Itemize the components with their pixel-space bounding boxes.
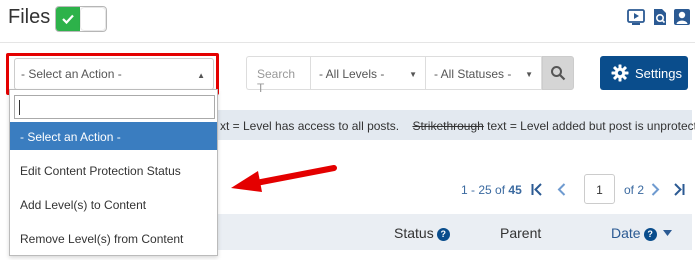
search-button[interactable] xyxy=(542,56,574,90)
help-icon[interactable]: ? xyxy=(436,228,450,241)
option-select-action[interactable]: - Select an Action - xyxy=(10,122,217,150)
column-status-label: Status xyxy=(394,225,434,241)
range-value: 1 - 25 xyxy=(461,183,492,197)
strikethrough-example: Strikethrough xyxy=(412,119,484,133)
notice-text: xt = Level has access to all posts. xyxy=(220,119,400,133)
dropdown-search-input[interactable] xyxy=(14,95,215,119)
search-document-icon[interactable] xyxy=(651,8,669,26)
levels-filter-select[interactable]: - All Levels - ▼ xyxy=(310,56,426,90)
text-caret xyxy=(19,100,20,115)
action-dropdown-menu: - Select an Action - Edit Content Protec… xyxy=(9,89,218,256)
option-edit-content-protection[interactable]: Edit Content Protection Status xyxy=(10,156,217,184)
option-remove-levels[interactable]: Remove Level(s) from Content xyxy=(10,224,217,252)
user-icon[interactable] xyxy=(673,8,691,26)
checkmark-icon xyxy=(62,14,74,25)
sort-descending-icon[interactable] xyxy=(663,230,673,237)
column-parent[interactable]: Parent xyxy=(500,225,541,241)
toggle-on-segment xyxy=(56,7,80,31)
toggle-knob xyxy=(81,8,105,30)
page-title: Files xyxy=(8,6,51,28)
column-date[interactable]: Date? xyxy=(611,225,673,241)
previous-page-icon[interactable] xyxy=(557,183,566,196)
range-total: 45 xyxy=(508,183,522,197)
first-page-icon[interactable] xyxy=(531,183,543,196)
protection-toggle[interactable] xyxy=(55,6,107,32)
option-add-levels[interactable]: Add Level(s) to Content xyxy=(10,190,217,218)
chevron-down-icon: ▼ xyxy=(409,70,417,79)
annotation-arrow-icon xyxy=(231,165,337,192)
statuses-filter-value: - All Statuses - xyxy=(434,67,512,81)
chevron-down-icon: ▼ xyxy=(525,70,533,79)
column-status[interactable]: Status? xyxy=(394,225,450,241)
total-pages-label: of 2 xyxy=(624,183,645,197)
search-input[interactable]: Search T xyxy=(246,56,310,95)
settings-button[interactable]: Settings xyxy=(600,56,688,90)
header-divider xyxy=(0,42,695,43)
next-page-icon[interactable] xyxy=(651,183,660,196)
current-page-input[interactable]: 1 xyxy=(584,174,615,204)
range-of: of xyxy=(495,183,506,197)
statuses-filter-select[interactable]: - All Statuses - ▼ xyxy=(426,56,542,90)
settings-label: Settings xyxy=(635,65,682,81)
help-icon[interactable]: ? xyxy=(643,228,657,241)
last-page-icon[interactable] xyxy=(673,183,685,196)
magnifier-icon xyxy=(551,66,566,81)
levels-filter-value: - All Levels - xyxy=(319,67,385,81)
notice-text-rest: text = Level added but post is unprotect… xyxy=(483,119,695,133)
pagination-range: 1 - 25 of 45 xyxy=(461,183,522,197)
video-tutorial-icon[interactable] xyxy=(627,8,645,26)
gear-icon xyxy=(611,64,629,82)
column-date-label: Date xyxy=(611,225,641,241)
